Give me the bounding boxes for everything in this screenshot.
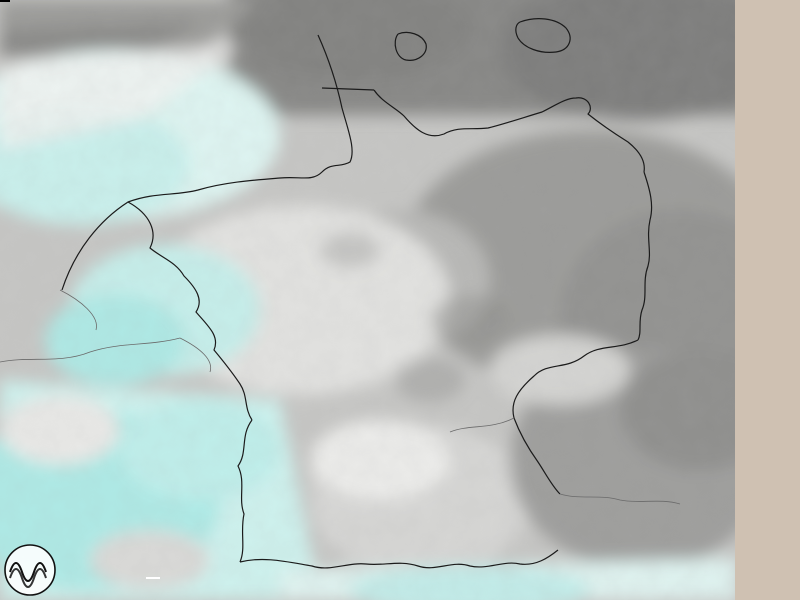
logo-circle: [5, 545, 55, 595]
metmaps-logo: [1, 542, 59, 600]
map-overlay: [0, 0, 800, 600]
map-title: [0, 0, 10, 2]
weather-map-app: [0, 0, 800, 600]
attribution: [146, 577, 160, 579]
